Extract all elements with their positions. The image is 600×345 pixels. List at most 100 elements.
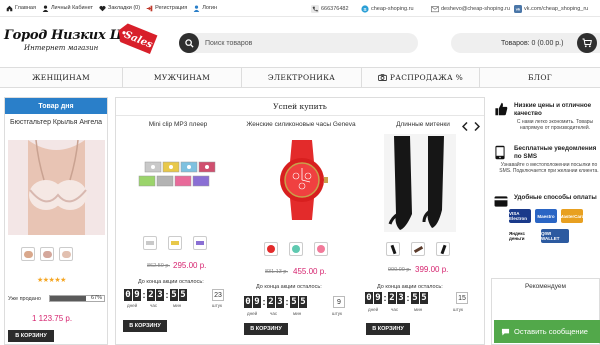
feature-low-prices: Низкие цены и отличное качество С нами л… [491,100,600,138]
timer-digit: 3 [397,292,405,304]
carousel-prev-button[interactable] [460,120,470,132]
nav-blog[interactable]: БЛОГ [479,68,600,87]
feature-sms-title: Бесплатные уведомления по SMS [514,145,597,160]
register-link[interactable]: Регистрация [146,5,187,12]
timer-separator: : [262,297,266,307]
product-title[interactable]: Mini clip MP3 плеер [119,121,237,129]
top-bar: Главная Личный Кабинет Закладки (0) Реги… [0,0,600,17]
countdown-label: До конца акции осталось: [377,284,443,290]
old-price: 862.50 р. [147,263,170,269]
thumbnail[interactable] [264,242,278,256]
mittens-image[interactable] [384,134,456,232]
leave-message-label: Оставить сообщение [514,327,588,336]
register-label: Регистрация [155,5,188,11]
account-link[interactable]: Личный Кабинет [42,4,93,12]
nav-sale[interactable]: РАСПРОДАЖА % [361,68,479,87]
wishlist-link[interactable]: Закладки (0) [99,5,140,12]
search-button[interactable] [179,33,199,53]
login-link[interactable]: Логин [193,4,218,12]
maestro-logo: Maestro [535,209,557,223]
hurry-heading: Успей купить [116,98,484,116]
countdown-units: дней час мин штук [247,311,342,316]
product-of-day: Товар дня Бюстгальтер Крылья Ангела ★★★★… [4,97,108,345]
stock-count: 9 [333,296,345,308]
qiwi-wallet-logo: QIWI WALLET [541,229,569,243]
thumbnail[interactable] [40,247,54,261]
home-label: Главная [15,5,36,11]
product-title[interactable]: Женские силиконовые часы Geneva [242,121,360,129]
wishlist-label: Закладки (0) [108,5,141,11]
product-thumbnails [264,242,333,256]
countdown-units: дней час мин штук [127,303,222,308]
timer-separator: : [406,293,410,303]
vk-icon: vk [514,4,522,13]
skype-handle: cheap-shoping.ru [371,5,414,12]
login-user-icon [193,4,200,12]
thumbnail[interactable] [168,236,182,250]
feature-payment-title: Удобные способы оплаты [514,194,597,201]
thumbnail[interactable] [59,247,73,261]
timer-digit: 3 [276,296,284,308]
timer-digit: 9 [374,292,382,304]
timer-digit: 9 [133,289,141,301]
thumbnail[interactable] [436,242,450,256]
sold-percent: 67% [90,295,102,301]
thumbnail[interactable] [143,236,157,250]
add-to-cart-button[interactable]: В КОРЗИНУ [366,323,410,335]
search-input[interactable] [205,33,410,53]
thumbnail[interactable] [21,247,35,261]
cart-button[interactable] [577,33,597,53]
email-address: deshevo@cheap-shoping.ru [441,5,510,12]
cart-summary[interactable]: Товаров: 0 (0.00 р.) [451,33,600,53]
timer-digit: 9 [253,296,261,308]
product-thumbnails [386,242,455,256]
bra-product-image[interactable] [8,140,105,235]
skype-contact[interactable]: S cheap-shoping.ru [361,0,414,17]
mp3-player-image[interactable] [133,148,223,210]
product-card: Женские силиконовые часы Geneva 831.13 р… [242,118,360,344]
old-price: 831.13 р. [265,269,288,275]
mobile-phone-icon [495,145,505,160]
unit-hours: час [270,311,278,316]
product-of-day-title[interactable]: Бюстгальтер Крылья Ангела [5,119,107,127]
thumbnail[interactable] [193,236,207,250]
sold-label: Уже продано [8,296,41,302]
add-to-cart-button[interactable]: В КОРЗИНУ [123,320,167,332]
add-to-cart-button[interactable]: В КОРЗИНУ [244,323,288,335]
recommended-heading: Рекомендуем [525,283,566,290]
thumbnail[interactable] [289,242,303,256]
nav-electronics[interactable]: ЭЛЕКТРОНИКА [241,68,361,87]
hurry-to-buy: Успей купить Mini clip MP3 плеер 862.50 … [115,97,485,345]
chevron-left-icon [462,121,468,131]
email-contact[interactable]: deshevo@cheap-shoping.ru [431,0,510,17]
thumbnail[interactable] [411,242,425,256]
price: 295.00 р. [173,261,207,270]
product-of-day-heading: Товар дня [5,98,107,114]
search-bar [179,33,418,53]
timer-digit: 5 [170,289,178,301]
chat-bubble-icon [501,328,510,336]
unit-minutes: мин [414,307,423,312]
vk-contact[interactable]: vk vk.com/cheap_shoping_ru [514,0,588,17]
feature-sms: Бесплатные уведомления по SMS Узнавайте … [491,143,600,189]
unit-hours: час [150,303,158,308]
unit-pieces: штук [212,303,222,308]
countdown-timer: 09:23:55 [244,296,308,308]
product-card: Mini clip MP3 плеер 862.50 р. 295.00 р. … [119,118,237,344]
stock-count: 23 [212,289,224,301]
home-link[interactable]: Главная [6,5,36,12]
watch-image[interactable] [264,140,340,220]
nav-women[interactable]: ЖЕНЩИНАМ [0,68,122,87]
carousel-next-button[interactable] [472,120,482,132]
thumbnail[interactable] [386,242,400,256]
login-label: Логин [202,5,218,11]
thumbnail[interactable] [314,242,328,256]
leave-message-button[interactable]: Оставить сообщение [494,320,600,343]
unit-days: дней [368,307,379,312]
camera-icon [378,74,387,81]
countdown-timer: 09:23:55 [365,292,429,304]
add-to-cart-button[interactable]: В КОРЗИНУ [8,330,54,342]
nav-men[interactable]: МУЖЧИНАМ [122,68,241,87]
countdown-label: До конца акции осталось: [256,284,322,290]
timer-digit: 0 [365,292,373,304]
